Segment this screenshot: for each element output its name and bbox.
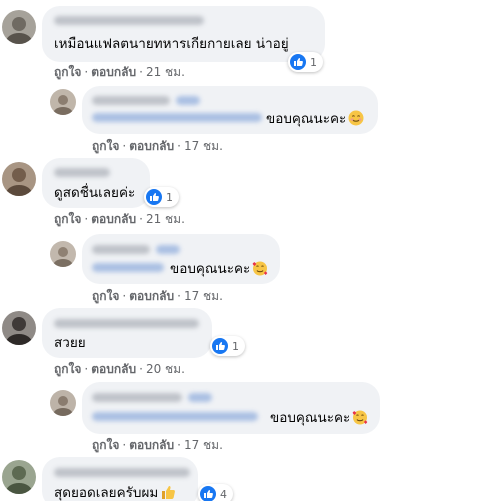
reaction-count-badge[interactable]: 1: [144, 187, 179, 207]
blurred-author-badge: [156, 245, 180, 254]
blurred-author-name[interactable]: [54, 16, 204, 25]
reply-actions: ถูกใจ · ตอบกลับ · 17 ชม.: [92, 288, 223, 304]
separator: ·: [122, 289, 127, 303]
reply-link[interactable]: ตอบกลับ: [91, 212, 136, 226]
reaction-count-badge[interactable]: 4: [198, 484, 233, 501]
reply-text: ขอบคุณนะคะ: [266, 110, 364, 128]
blurred-author-name[interactable]: [54, 319, 199, 328]
reply-text: ขอบคุณนะคะ: [270, 409, 368, 427]
like-reaction-icon: [290, 54, 306, 70]
comment-timestamp[interactable]: 21 ชม.: [146, 65, 185, 79]
comment-bubble: ดูสดชื่นเลยค่ะ: [42, 158, 150, 208]
comment-text-value: สุดยอดเลยครับผม: [54, 485, 159, 501]
separator: ·: [122, 438, 127, 452]
blurred-author-badge: [176, 96, 200, 105]
reply-author-avatar[interactable]: [50, 241, 76, 267]
smiling-face-with-hearts-icon: [352, 409, 368, 425]
like-link[interactable]: ถูกใจ: [54, 212, 81, 226]
reaction-count: 1: [310, 55, 317, 69]
separator: ·: [139, 65, 143, 79]
reply-bubble: ขอบคุณนะคะ: [82, 234, 280, 284]
commenter-avatar[interactable]: [2, 10, 36, 44]
reply-text-value: ขอบคุณนะคะ: [170, 261, 251, 277]
reply-link[interactable]: ตอบกลับ: [129, 289, 174, 303]
like-link[interactable]: ถูกใจ: [92, 139, 119, 153]
reply-actions: ถูกใจ · ตอบกลับ · 17 ชม.: [92, 138, 223, 154]
thumbs-up-icon: [160, 484, 176, 500]
comment-bubble: เหมือนแฟลตนายทหารเกียกายเลย น่าอยู่: [42, 6, 325, 62]
blurred-mention-tag[interactable]: [92, 412, 258, 421]
separator: ·: [177, 289, 181, 303]
blurred-mention-tag[interactable]: [92, 263, 164, 272]
comment-actions: ถูกใจ · ตอบกลับ · 20 ชม.: [54, 361, 185, 377]
commenter-avatar[interactable]: [2, 460, 36, 494]
smiling-face-icon: [348, 110, 364, 126]
like-reaction-icon: [200, 486, 216, 501]
reply-bubble: ขอบคุณนะคะ: [82, 382, 380, 434]
separator: ·: [177, 139, 181, 153]
reply-link[interactable]: ตอบกลับ: [91, 65, 136, 79]
reaction-count: 1: [166, 190, 173, 204]
separator: ·: [177, 438, 181, 452]
like-link[interactable]: ถูกใจ: [92, 438, 119, 452]
reply-author-avatar[interactable]: [50, 390, 76, 416]
comment-text: สวยย: [54, 335, 86, 351]
separator: ·: [84, 65, 89, 79]
reply-timestamp[interactable]: 17 ชม.: [184, 438, 223, 452]
commenter-avatar[interactable]: [2, 311, 36, 345]
like-link[interactable]: ถูกใจ: [54, 362, 81, 376]
like-link[interactable]: ถูกใจ: [54, 65, 81, 79]
reply-text-value: ขอบคุณนะคะ: [270, 410, 351, 426]
separator: ·: [122, 139, 127, 153]
reply-timestamp[interactable]: 17 ชม.: [184, 139, 223, 153]
comment-timestamp[interactable]: 20 ชม.: [146, 362, 185, 376]
reply-link[interactable]: ตอบกลับ: [129, 139, 174, 153]
reaction-count: 4: [220, 487, 227, 501]
commenter-avatar[interactable]: [2, 162, 36, 196]
reply-bubble: ขอบคุณนะคะ: [82, 86, 378, 134]
like-link[interactable]: ถูกใจ: [92, 289, 119, 303]
like-reaction-icon: [146, 189, 162, 205]
blurred-author-badge: [188, 393, 212, 402]
separator: ·: [139, 362, 143, 376]
separator: ·: [139, 212, 143, 226]
blurred-mention-tag[interactable]: [92, 113, 262, 122]
comment-text: สุดยอดเลยครับผม: [54, 484, 176, 501]
blurred-author-name[interactable]: [92, 245, 150, 254]
blurred-author-name[interactable]: [92, 393, 182, 402]
like-reaction-icon: [212, 338, 228, 354]
reaction-count-badge[interactable]: 1: [210, 336, 245, 356]
separator: ·: [84, 362, 89, 376]
reply-author-avatar[interactable]: [50, 89, 76, 115]
smiling-face-with-hearts-icon: [252, 260, 268, 276]
blurred-author-name[interactable]: [54, 468, 190, 477]
comment-actions: ถูกใจ · ตอบกลับ · 21 ชม.: [54, 211, 185, 227]
reply-text-value: ขอบคุณนะคะ: [266, 111, 347, 127]
blurred-author-name[interactable]: [54, 168, 110, 177]
reaction-count-badge[interactable]: 1: [288, 52, 323, 72]
comment-bubble: สุดยอดเลยครับผม: [42, 457, 198, 501]
comment-timestamp[interactable]: 21 ชม.: [146, 212, 185, 226]
comment-text: เหมือนแฟลตนายทหารเกียกายเลย น่าอยู่: [54, 36, 289, 52]
blurred-author-name[interactable]: [92, 96, 170, 105]
reply-link[interactable]: ตอบกลับ: [129, 438, 174, 452]
reply-timestamp[interactable]: 17 ชม.: [184, 289, 223, 303]
comment-actions: ถูกใจ · ตอบกลับ · 21 ชม.: [54, 64, 185, 80]
comment-bubble: สวยย: [42, 308, 212, 358]
comment-text: ดูสดชื่นเลยค่ะ: [54, 185, 136, 201]
reply-link[interactable]: ตอบกลับ: [91, 362, 136, 376]
reply-text: ขอบคุณนะคะ: [170, 260, 268, 278]
reply-actions: ถูกใจ · ตอบกลับ · 17 ชม.: [92, 437, 223, 453]
separator: ·: [84, 212, 89, 226]
reaction-count: 1: [232, 339, 239, 353]
